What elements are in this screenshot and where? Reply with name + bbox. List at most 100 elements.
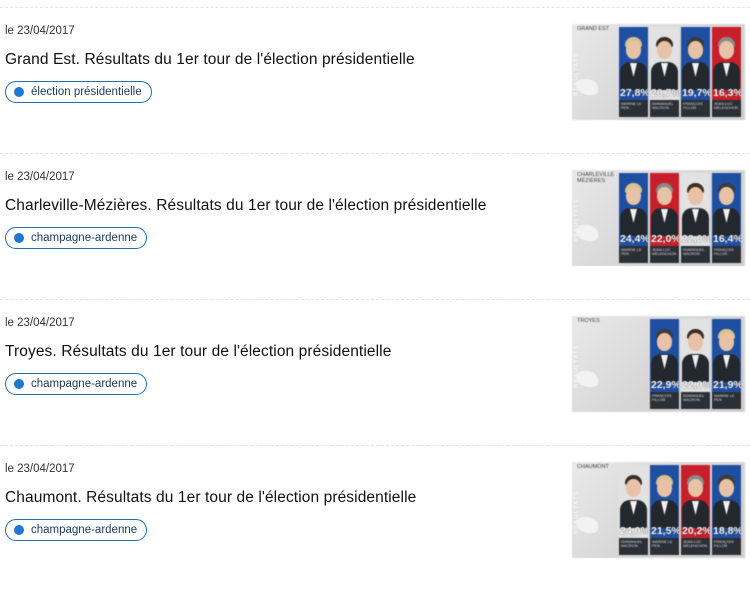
thumbnail-side-panel: TROYES RÉSULTATS [572, 316, 618, 412]
candidate-portrait-face [657, 333, 672, 351]
candidate-card: 20,7% EMMANUEL MACRON [650, 27, 679, 117]
article-date: le 23/04/2017 [5, 463, 75, 475]
candidate-score: 24,0% [620, 525, 648, 537]
candidate-score: 22,9% [651, 379, 679, 391]
candidate-score: 22,0% [682, 379, 710, 391]
tag-dot-icon [14, 233, 24, 243]
candidate-portrait-face [657, 479, 672, 497]
candidate-portrait-face [657, 41, 672, 59]
candidate-name: MARINE LE PEN [619, 246, 648, 263]
candidate-name: FRANÇOIS FILLON [712, 246, 741, 263]
candidate-name: EMMANUEL MACRON [681, 392, 710, 409]
candidate-strip: 22,9% FRANÇOIS FILLON 22,0% EMMANUEL MACRON… [650, 319, 741, 409]
candidate-card: 24,4% MARINE LE PEN [619, 173, 648, 263]
article-item: le 23/04/2017 Chaumont. Résultats du 1er… [0, 445, 750, 591]
candidate-portrait-face [688, 41, 703, 59]
candidate-score: 20,7% [651, 87, 679, 99]
candidate-name: JEAN-LUC MÉLENCHON [712, 100, 741, 117]
tag-label: champagne-ardenne [31, 232, 138, 244]
article-title-link[interactable]: Grand Est. Résultats du 1er tour de l'él… [5, 51, 415, 69]
candidate-name: JEAN-LUC MÉLENCHON [681, 538, 710, 555]
thumbnail-side-panel: GRAND EST RÉSULTATS [572, 24, 618, 120]
candidate-portrait-face [719, 333, 734, 351]
candidate-portrait-face [688, 333, 703, 351]
candidate-card: 24,0% EMMANUEL MACRON [619, 465, 648, 555]
article-thumbnail[interactable]: CHARLEVILLE MÉZIÈRES RÉSULTATS 24,4% MARINE… [572, 170, 745, 266]
candidate-score: 27,8% [620, 87, 648, 99]
article-date: le 23/04/2017 [5, 171, 75, 183]
article-title-link[interactable]: Troyes. Résultats du 1er tour de l'élect… [5, 343, 391, 361]
tag-label: champagne-ardenne [31, 524, 138, 536]
tag-button[interactable]: champagne-ardenne [5, 227, 148, 249]
thumbnail-region-label: GRAND EST [577, 26, 610, 32]
candidate-name: EMMANUEL MACRON [619, 538, 648, 555]
candidate-card: 19,7% FRANÇOIS FILLON [681, 27, 710, 117]
candidate-card: 21,9% MARINE LE PEN [712, 319, 741, 409]
thumbnail-side-panel: CHARLEVILLE MÉZIÈRES RÉSULTATS [572, 170, 618, 266]
candidate-strip: 24,4% MARINE LE PEN 22,0% JEAN-LUC MÉLENCHO… [619, 173, 741, 263]
article-item: le 23/04/2017 Grand Est. Résultats du 1e… [0, 7, 750, 153]
candidate-card: 22,9% FRANÇOIS FILLON [650, 319, 679, 409]
candidate-portrait-face [626, 41, 641, 59]
candidate-score: 21,9% [713, 379, 741, 391]
candidate-score: 20,2% [682, 525, 710, 537]
candidate-portrait-face [719, 479, 734, 497]
tag-dot-icon [14, 525, 24, 535]
candidate-score: 21,5% [651, 525, 679, 537]
article-thumbnail[interactable]: TROYES RÉSULTATS 22,9% FRANÇOIS FILLON 22,0%… [572, 316, 745, 412]
candidate-name: FRANÇOIS FILLON [712, 538, 741, 555]
candidate-score: 16,3% [713, 87, 741, 99]
tag-dot-icon [14, 87, 24, 97]
candidate-card: 16,3% JEAN-LUC MÉLENCHON [712, 27, 741, 117]
candidate-name: FRANÇOIS FILLON [681, 100, 710, 117]
candidate-card: 27,8% MARINE LE PEN [619, 27, 648, 117]
candidate-score: 22,0% [682, 233, 710, 245]
candidate-score: 18,8% [713, 525, 741, 537]
candidate-name: FRANÇOIS FILLON [650, 392, 679, 409]
candidate-card: 18,8% FRANÇOIS FILLON [712, 465, 741, 555]
thumbnail-region-label: CHAUMONT [577, 464, 609, 470]
candidate-name: MARINE LE PEN [619, 100, 648, 117]
article-list: le 23/04/2017 Grand Est. Résultats du 1e… [0, 7, 750, 591]
tag-label: champagne-ardenne [31, 378, 138, 390]
thumbnail-side-panel: CHAUMONT RÉSULTATS [572, 462, 618, 558]
candidate-score: 24,4% [620, 233, 648, 245]
tag-dot-icon [14, 379, 24, 389]
candidate-card: 22,0% EMMANUEL MACRON [681, 319, 710, 409]
candidate-name: MARINE LE PEN [712, 392, 741, 409]
article-title-link[interactable]: Chaumont. Résultats du 1er tour de l'éle… [5, 489, 416, 507]
article-item: le 23/04/2017 Troyes. Résultats du 1er t… [0, 299, 750, 445]
candidate-strip: 24,0% EMMANUEL MACRON 21,5% MARINE LE PEN 20… [619, 465, 741, 555]
candidate-name: EMMANUEL MACRON [681, 246, 710, 263]
candidate-card: 21,5% MARINE LE PEN [650, 465, 679, 555]
article-date: le 23/04/2017 [5, 317, 75, 329]
candidate-portrait-face [719, 41, 734, 59]
tag-button[interactable]: champagne-ardenne [5, 519, 148, 541]
candidate-name: EMMANUEL MACRON [650, 100, 679, 117]
candidate-score: 19,7% [682, 87, 710, 99]
candidate-portrait-face [657, 187, 672, 205]
candidate-card: 22,0% JEAN-LUC MÉLENCHON [650, 173, 679, 263]
candidate-portrait-face [688, 187, 703, 205]
article-thumbnail[interactable]: GRAND EST RÉSULTATS 27,8% MARINE LE PEN 20,7… [572, 24, 745, 120]
article-thumbnail[interactable]: CHAUMONT RÉSULTATS 24,0% EMMANUEL MACRON 21,… [572, 462, 745, 558]
candidate-portrait-face [626, 479, 641, 497]
candidate-card: 20,2% JEAN-LUC MÉLENCHON [681, 465, 710, 555]
thumbnail-region-label: TROYES [577, 318, 600, 324]
candidate-name: JEAN-LUC MÉLENCHON [650, 246, 679, 263]
article-date: le 23/04/2017 [5, 25, 75, 37]
article-item: le 23/04/2017 Charleville-Mézières. Résu… [0, 153, 750, 299]
candidate-card: 16,4% FRANÇOIS FILLON [712, 173, 741, 263]
tag-button[interactable]: champagne-ardenne [5, 373, 148, 395]
candidate-score: 22,0% [651, 233, 679, 245]
candidate-card: 22,0% EMMANUEL MACRON [681, 173, 710, 263]
candidate-strip: 27,8% MARINE LE PEN 20,7% EMMANUEL MACRON 19… [619, 27, 741, 117]
candidate-score: 16,4% [713, 233, 741, 245]
article-title-link[interactable]: Charleville-Mézières. Résultats du 1er t… [5, 197, 486, 215]
thumbnail-region-label: CHARLEVILLE MÉZIÈRES [577, 172, 615, 184]
tag-button[interactable]: élection présidentielle [5, 81, 152, 103]
candidate-portrait-face [626, 187, 641, 205]
candidate-name: MARINE LE PEN [650, 538, 679, 555]
candidate-portrait-face [719, 187, 734, 205]
tag-label: élection présidentielle [31, 86, 142, 98]
